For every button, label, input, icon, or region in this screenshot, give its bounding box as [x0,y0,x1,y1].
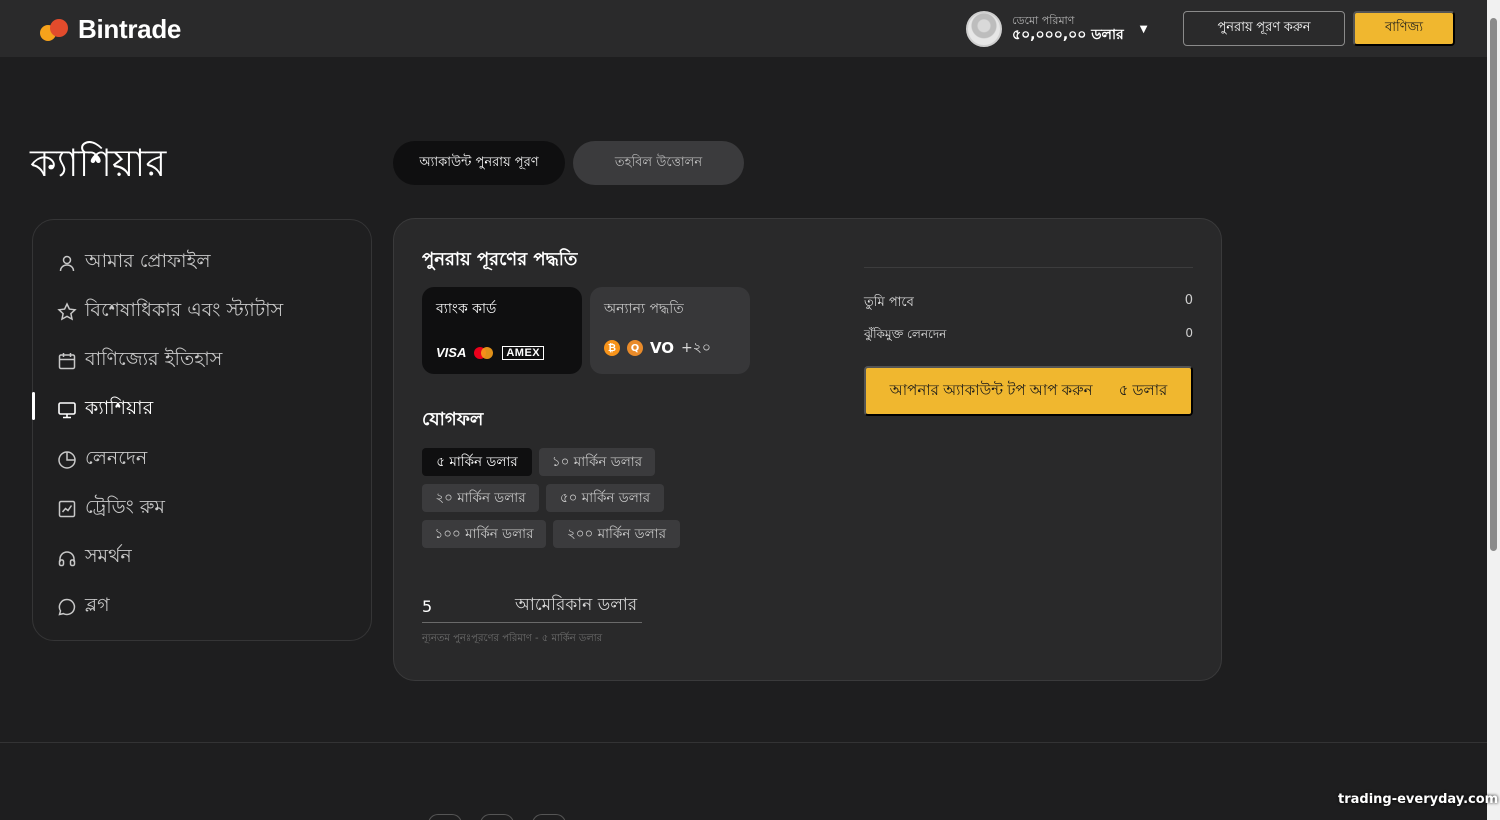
vo-icon: VO [649,339,675,357]
sidebar-item-label: আমার প্রোফাইল [85,250,211,272]
amount-chip-100[interactable]: ১০০ মার্কিন ডলার [422,520,546,548]
amount-chip-10[interactable]: ১০ মার্কিন ডলার [539,448,655,476]
amount-value: 5 [422,596,433,616]
topup-label: আপনার অ্যাকাউন্ট টপ আপ করুন [889,381,1093,399]
tab-account-refill[interactable]: অ্যাকাউন্ট পুনরায় পূরণ [393,141,565,185]
watermark: trading-everyday.com [1338,792,1499,807]
account-balance: ৫০,০০০,০০ ডলার [1012,27,1124,44]
tab-withdraw-funds[interactable]: তহবিল উত্তোলন [573,141,744,185]
scrollbar-thumb[interactable] [1490,18,1497,551]
sidebar-item-label: বাণিজ্যের ইতিহাস [85,348,223,370]
chevron-down-icon: ▼ [1139,23,1148,35]
avatar [966,11,1002,47]
active-indicator [32,392,35,420]
pie-chart-icon [58,451,76,469]
refill-button[interactable]: পুনরায় পূরণ করুন [1183,11,1345,46]
footer-divider [0,742,1487,743]
amount-chip-50[interactable]: ৫০ মার্কিন ডলার [546,484,664,512]
monitor-icon [58,402,76,419]
brand-name: Bintrade [78,14,182,44]
brand-logo[interactable]: Bintrade [40,14,181,45]
footer-app-icon[interactable] [532,814,566,820]
account-label: ডেমো পরিমাণ [1012,14,1075,27]
amount-chip-200[interactable]: ২০০ মার্কিন ডলার [553,520,680,548]
sidebar-item-label: ট্রেডিং রুম [85,496,165,518]
sidebar-item-profile[interactable]: আমার প্রোফাইল [57,247,211,279]
amount-chip-5[interactable]: ৫ মার্কিন ডলার [422,448,532,476]
riskfree-row: ঝুঁকিমুক্ত লেনদেন 0 [864,326,1193,346]
sidebar-item-support[interactable]: সমর্থন [57,542,132,574]
method-bank-card[interactable]: ব্যাংক কার্ড VISA AMEX [422,287,582,374]
min-amount-note: ন্যূনতম পুনঃপূরণের পরিমাণ - ৫ মার্কিন ডল… [422,633,603,644]
divider [864,267,1193,268]
method-name: ব্যাংক কার্ড [436,301,497,317]
more-methods-count: +২০ [681,340,711,356]
footer-icons [428,814,566,820]
page-title: ক্যাশিয়ার [30,141,167,185]
star-icon [57,302,77,321]
line-chart-icon [58,500,76,518]
you-get-value: 0 [1184,293,1193,308]
sidebar-item-trading-room[interactable]: ট্রেডিং রুম [57,493,165,525]
calendar-icon [58,353,76,370]
sidebar-item-privileges[interactable]: বিশেষাধিকার এবং স্ট্যাটাস [57,296,283,328]
qiwi-icon: Q [627,340,643,356]
top-bar: Bintrade ডেমো পরিমাণ ৫০,০০০,০০ ডলার ▼ পু… [0,0,1487,57]
amount-chip-20[interactable]: ২০ মার্কিন ডলার [422,484,539,512]
footer-app-icon[interactable] [428,814,462,820]
sidebar-item-label: বিশেষাধিকার এবং স্ট্যাটাস [85,299,284,321]
amex-icon: AMEX [502,345,545,360]
trade-button[interactable]: বাণিজ্য [1353,11,1455,46]
methods-title: পুনরায় পূরণের পদ্ধতি [422,249,578,270]
sidebar-item-label: ব্লগ [85,594,110,616]
user-icon [59,255,75,272]
method-other[interactable]: অন্যান্য পদ্ধতি ₿ Q VO +২০ [590,287,750,374]
sidebar-item-trade-history[interactable]: বাণিজ্যের ইতিহাস [57,345,222,377]
logo-mark-icon [40,17,70,43]
refill-panel: পুনরায় পূরণের পদ্ধতি ব্যাংক কার্ড VISA … [393,218,1222,681]
footer-app-icon[interactable] [480,814,514,820]
sidebar-item-label: ক্যাশিয়ার [85,397,154,419]
sum-title: যোগফল [422,409,484,430]
visa-icon: VISA [436,345,467,360]
topup-button[interactable]: আপনার অ্যাকাউন্ট টপ আপ করুন ৫ ডলার [864,366,1193,416]
riskfree-label: ঝুঁকিমুক্ত লেনদেন [864,327,947,341]
sidebar-item-cashier[interactable]: ক্যাশিয়ার [57,394,153,426]
amount-input[interactable]: 5 আমেরিকান ডলার [422,590,642,623]
sidebar-item-blog[interactable]: ব্লগ [57,591,110,623]
account-selector[interactable]: ডেমো পরিমাণ ৫০,০০০,০০ ডলার ▼ [966,11,1147,47]
headphones-icon [58,551,76,567]
sidebar: আমার প্রোফাইল বিশেষাধিকার এবং স্ট্যাটাস … [32,219,372,641]
you-get-row: তুমি পাবে 0 [864,293,1193,314]
bitcoin-icon: ₿ [604,340,620,356]
method-name: অন্যান্য পদ্ধতি [604,301,684,317]
riskfree-value: 0 [1185,326,1193,340]
you-get-label: তুমি পাবে [864,295,914,310]
sidebar-item-transactions[interactable]: লেনদেন [57,444,147,476]
mastercard-icon [474,346,494,359]
chat-icon [58,598,76,616]
sidebar-item-label: লেনদেন [85,447,148,469]
amount-currency: আমেরিকান ডলার [515,595,638,615]
topup-amount: ৫ ডলার [1118,381,1168,399]
sidebar-item-label: সমর্থন [85,545,132,567]
